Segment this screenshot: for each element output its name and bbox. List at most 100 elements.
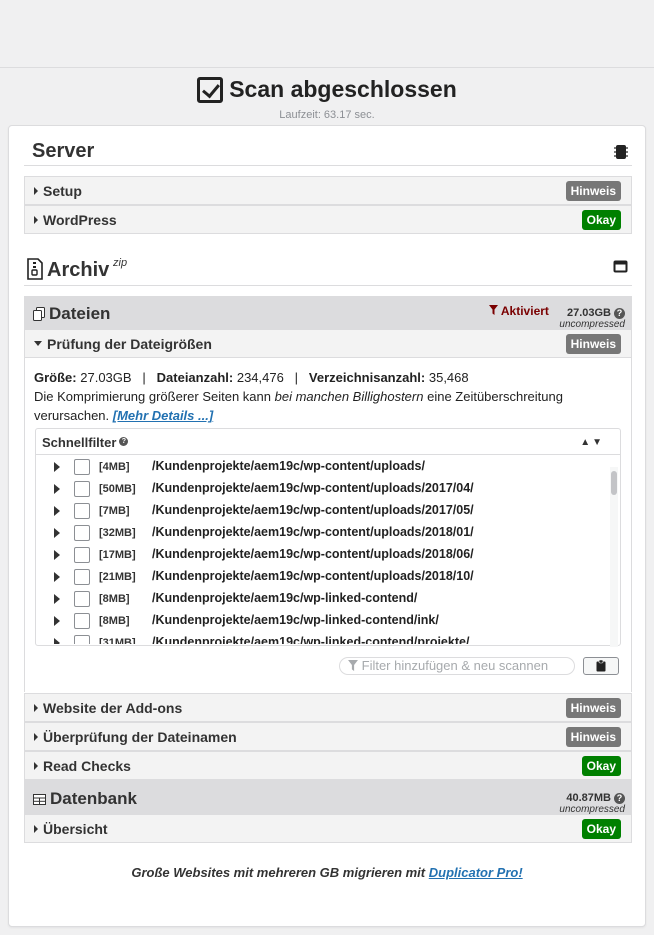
quick-filter-title: Schnellfilter bbox=[42, 435, 117, 450]
add-filter-rescan-input[interactable]: Filter hinzufügen & neu scannen bbox=[339, 657, 575, 675]
server-row-wordpress[interactable]: WordPress Okay bbox=[24, 205, 632, 234]
archive-box-icon[interactable] bbox=[613, 260, 628, 278]
expand-arrow-icon[interactable] bbox=[54, 528, 60, 538]
expand-arrow-icon[interactable] bbox=[54, 572, 60, 582]
list-item: [8MB] /Kundenprojekte/aem19c/wp-linked-co… bbox=[36, 588, 606, 610]
dir-path: /Kundenprojekte/aem19c/wp-linked-contend… bbox=[152, 591, 418, 605]
expand-arrow-icon[interactable] bbox=[54, 594, 60, 604]
scrollbar[interactable] bbox=[610, 467, 618, 647]
dir-path: /Kundenprojekte/aem19c/wp-content/upload… bbox=[152, 459, 425, 473]
archive-type: zip bbox=[113, 257, 128, 269]
expand-arrow-icon[interactable] bbox=[54, 462, 60, 472]
status-badge: Okay bbox=[581, 756, 621, 776]
filter-active-indicator[interactable]: Aktiviert bbox=[489, 304, 549, 318]
quick-filter-list: [4MB] /Kundenprojekte/aem19c/wp-content/u… bbox=[36, 456, 606, 644]
scan-header: Scan abgeschlossen Laufzeit: 63.17 sec. bbox=[0, 76, 654, 121]
size-check-row[interactable]: Prüfung der Dateigrößen Hinweis bbox=[24, 329, 632, 358]
status-badge: Okay bbox=[581, 210, 621, 230]
filter-checkbox[interactable] bbox=[74, 503, 90, 519]
clipboard-button[interactable] bbox=[583, 657, 619, 675]
filter-icon bbox=[348, 660, 358, 671]
list-item: [21MB] /Kundenprojekte/aem19c/wp-content/… bbox=[36, 566, 606, 588]
dir-path: /Kundenprojekte/aem19c/wp-linked-contend… bbox=[152, 613, 439, 627]
list-item: [4MB] /Kundenprojekte/aem19c/wp-content/u… bbox=[36, 456, 606, 478]
server-row-setup[interactable]: Setup Hinweis bbox=[24, 176, 632, 205]
help-icon[interactable]: ? bbox=[614, 793, 625, 804]
size-check-stats: Größe: 27.03GB | Dateianzahl: 234,476 | … bbox=[34, 368, 624, 425]
list-item: [50MB] /Kundenprojekte/aem19c/wp-content/… bbox=[36, 478, 606, 500]
files-title: Dateien bbox=[49, 304, 111, 323]
dir-path: /Kundenprojekte/aem19c/wp-content/upload… bbox=[152, 547, 474, 561]
list-item: [32MB] /Kundenprojekte/aem19c/wp-content/… bbox=[36, 522, 606, 544]
expand-arrow-icon[interactable] bbox=[54, 506, 60, 516]
read-checks-row[interactable]: Read Checks Okay bbox=[24, 751, 632, 780]
dir-size: [7MB] bbox=[99, 505, 130, 517]
help-icon[interactable]: ? bbox=[119, 437, 129, 446]
archive-title: Archiv bbox=[47, 259, 110, 281]
filter-checkbox[interactable] bbox=[74, 591, 90, 607]
status-badge: Hinweis bbox=[565, 181, 621, 201]
server-section-header: Server bbox=[24, 138, 632, 166]
status-badge: Hinweis bbox=[565, 698, 621, 718]
copy-files-icon bbox=[33, 307, 45, 321]
upgrade-note: Große Websites mit mehreren GB migrieren… bbox=[131, 865, 523, 880]
expand-arrow-icon[interactable] bbox=[54, 616, 60, 626]
filter-checkbox[interactable] bbox=[74, 635, 90, 644]
runtime-text: Laufzeit: 63.17 sec. bbox=[279, 108, 375, 121]
page-title: Scan abgeschlossen bbox=[229, 76, 457, 102]
filter-icon bbox=[489, 305, 498, 315]
help-icon[interactable]: ? bbox=[614, 308, 625, 319]
database-section-header[interactable]: Datenbank 40.87MB? uncompressed bbox=[24, 780, 632, 815]
dir-size: [50MB] bbox=[99, 483, 136, 495]
dir-path: /Kundenprojekte/aem19c/wp-linked-contend… bbox=[152, 635, 470, 644]
database-title: Datenbank bbox=[50, 789, 137, 808]
admin-top-area bbox=[0, 0, 654, 68]
dir-path: /Kundenprojekte/aem19c/wp-content/upload… bbox=[152, 525, 474, 539]
more-details-link[interactable]: [Mehr Details ...] bbox=[113, 408, 213, 423]
status-badge: Okay bbox=[581, 819, 621, 839]
list-item: [17MB] /Kundenprojekte/aem19c/wp-content/… bbox=[36, 544, 606, 566]
zip-file-icon bbox=[27, 258, 43, 285]
filter-checkbox[interactable] bbox=[74, 525, 90, 541]
checkbox-checked-icon bbox=[197, 76, 224, 103]
database-overview-row[interactable]: Übersicht Okay bbox=[24, 814, 632, 843]
database-size: 40.87MB? uncompressed bbox=[559, 792, 625, 815]
expand-arrow-icon[interactable] bbox=[54, 484, 60, 494]
list-item: [7MB] /Kundenprojekte/aem19c/wp-content/u… bbox=[36, 500, 606, 522]
server-title: Server bbox=[32, 140, 95, 162]
server-chip-icon bbox=[614, 144, 628, 165]
dir-size: [8MB] bbox=[99, 593, 130, 605]
status-badge: Hinweis bbox=[565, 727, 621, 747]
dir-size: [8MB] bbox=[99, 615, 130, 627]
filename-check-row[interactable]: Überprüfung der Dateinamen Hinweis bbox=[24, 722, 632, 751]
scan-results-panel: Server Setup Hinweis WordPress Okay Arch… bbox=[8, 125, 646, 927]
files-size: 27.03GB? uncompressed bbox=[559, 307, 625, 330]
addons-check-row[interactable]: Website der Add-ons Hinweis bbox=[24, 693, 632, 722]
dir-size: [21MB] bbox=[99, 571, 136, 583]
files-section-header[interactable]: Dateien Aktiviert 27.03GB? uncompressed bbox=[24, 296, 632, 330]
expand-arrow-icon[interactable] bbox=[54, 550, 60, 560]
size-warning: Die Komprimierung größerer Seiten kann b… bbox=[34, 389, 563, 423]
dir-path: /Kundenprojekte/aem19c/wp-content/upload… bbox=[152, 481, 474, 495]
expand-arrow-icon[interactable] bbox=[54, 638, 60, 644]
dir-path: /Kundenprojekte/aem19c/wp-content/upload… bbox=[152, 503, 474, 517]
archive-section-header: Archiv zip bbox=[24, 256, 632, 286]
dir-size: [4MB] bbox=[99, 461, 130, 473]
dir-size: [32MB] bbox=[99, 527, 136, 539]
filter-checkbox[interactable] bbox=[74, 481, 90, 497]
dir-size: [31MB] bbox=[99, 637, 136, 644]
list-item: [31MB] /Kundenprojekte/aem19c/wp-linked-c… bbox=[36, 632, 606, 644]
list-item: [8MB] /Kundenprojekte/aem19c/wp-linked-co… bbox=[36, 610, 606, 632]
sort-toggle-icon[interactable]: ▲▼ bbox=[580, 437, 604, 448]
filter-checkbox[interactable] bbox=[74, 569, 90, 585]
dir-path: /Kundenprojekte/aem19c/wp-content/upload… bbox=[152, 569, 474, 583]
status-badge: Hinweis bbox=[565, 334, 621, 354]
quick-filter-box: Schnellfilter? ▲▼ [4MB] /Kundenprojekte/a… bbox=[35, 428, 621, 647]
clipboard-icon bbox=[596, 660, 606, 672]
filter-checkbox[interactable] bbox=[74, 459, 90, 475]
filter-checkbox[interactable] bbox=[74, 613, 90, 629]
dir-size: [17MB] bbox=[99, 549, 136, 561]
duplicator-pro-link[interactable]: Duplicator Pro! bbox=[429, 865, 523, 880]
filter-checkbox[interactable] bbox=[74, 547, 90, 563]
table-icon bbox=[33, 793, 46, 805]
